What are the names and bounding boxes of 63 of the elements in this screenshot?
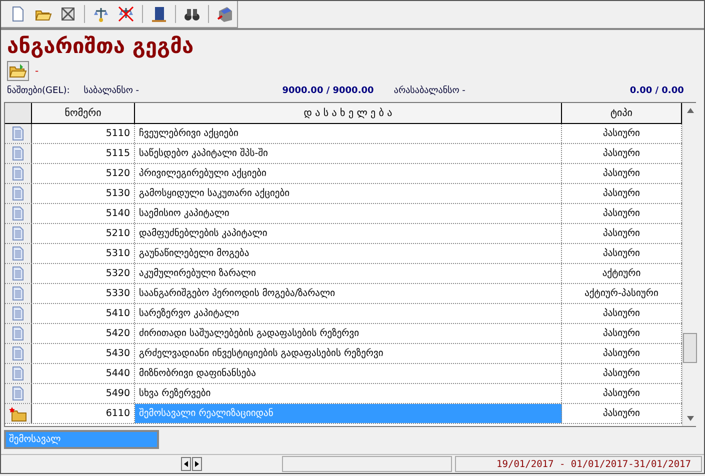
document-icon bbox=[12, 326, 24, 341]
table-cell: 5140 bbox=[32, 204, 135, 223]
table-cell: 5130 bbox=[32, 184, 135, 203]
document-icon bbox=[12, 166, 24, 181]
table-cell: 5310 bbox=[32, 244, 135, 263]
document-icon bbox=[12, 246, 24, 261]
status-date: 19/01/2017 - 01/01/2017-31/01/2017 bbox=[455, 456, 702, 472]
document-icon bbox=[12, 226, 24, 241]
right-arrow-icon bbox=[195, 461, 199, 467]
table-cell: დამფუძნებლების კაპიტალი bbox=[135, 224, 562, 243]
sheet-tab[interactable]: შემოსავალ bbox=[4, 430, 159, 449]
table-cell: 5330 bbox=[32, 284, 135, 303]
balance-value: 9000.00 / 9000.00 bbox=[281, 86, 374, 96]
scroll-right-button[interactable] bbox=[192, 457, 202, 471]
table-cell: სხვა რეზერვები bbox=[135, 384, 562, 403]
document-icon bbox=[12, 306, 24, 321]
scroll-down-icon[interactable] bbox=[686, 416, 694, 421]
document-icon bbox=[12, 126, 24, 141]
table-cell: 5490 bbox=[32, 384, 135, 403]
document-icon bbox=[12, 186, 24, 201]
table-cell: 5320 bbox=[32, 264, 135, 283]
table-cell: შემოსავალი რეალიზაციიდან bbox=[135, 404, 562, 423]
table-cell: გამოსყიდული საკუთარი აქციები bbox=[135, 184, 562, 203]
folder-label: - bbox=[35, 66, 39, 76]
column-header: დ ა ს ა ხ ე ლ ე ბ ა bbox=[135, 103, 562, 123]
balance-label: არასაბალანსო - bbox=[394, 86, 466, 96]
document-icon bbox=[12, 266, 24, 281]
table-cell: აკუმულირებული ზარალი bbox=[135, 264, 562, 283]
balance-value: 0.00 / 0.00 bbox=[628, 86, 684, 96]
balance-label: საბალანსო - bbox=[84, 86, 140, 96]
table-cell: საწესდებო კაპიტალი შპს-ში bbox=[135, 144, 562, 163]
table-cell: 5120 bbox=[32, 164, 135, 183]
table-cell: პრივილეგირებული აქციები bbox=[135, 164, 562, 183]
document-icon bbox=[12, 146, 24, 161]
folder-icon bbox=[9, 406, 27, 422]
balances-label: ნაშთები(GEL): bbox=[7, 86, 70, 96]
page-title: ანგარიშთა გეგმა bbox=[6, 33, 195, 60]
document-icon bbox=[12, 286, 24, 301]
table-cell: სარეზერვო კაპიტალი bbox=[135, 304, 562, 323]
document-icon bbox=[12, 206, 24, 221]
document-icon bbox=[12, 366, 24, 381]
table-cell: გრძელვადიანი ინვესტიციების გადაფასების რეზერვი bbox=[135, 344, 562, 363]
column-header: ნომერი bbox=[32, 103, 135, 123]
scroll-left-button[interactable] bbox=[181, 457, 191, 471]
table-cell: ძირითადი საშუალებების გადაფასების რეზერვი bbox=[135, 324, 562, 343]
table-cell: 5210 bbox=[32, 224, 135, 243]
table-cell: საანგარიშგებო პერიოდის მოგება/ზარალი bbox=[135, 284, 562, 303]
table-cell: გაუნაწილებელი მოგება bbox=[135, 244, 562, 263]
scroll-up-icon[interactable] bbox=[686, 108, 694, 113]
open-folder-button[interactable] bbox=[7, 61, 29, 81]
table-cell: 5115 bbox=[32, 144, 135, 163]
table-cell: 5420 bbox=[32, 324, 135, 343]
table-cell: 5440 bbox=[32, 364, 135, 383]
table-cell: ჩვეულებრივი აქციები bbox=[135, 124, 562, 143]
table-cell: საემისიო კაპიტალი bbox=[135, 204, 562, 223]
scrollbar-thumb[interactable] bbox=[683, 333, 697, 363]
table-cell: მიზნობრივი დაფინანსება bbox=[135, 364, 562, 383]
document-icon bbox=[12, 346, 24, 361]
table-cell: 5430 bbox=[32, 344, 135, 363]
table-cell: 5110 bbox=[32, 124, 135, 143]
table-cell: 5410 bbox=[32, 304, 135, 323]
left-arrow-icon bbox=[184, 461, 188, 467]
document-icon bbox=[12, 386, 24, 401]
